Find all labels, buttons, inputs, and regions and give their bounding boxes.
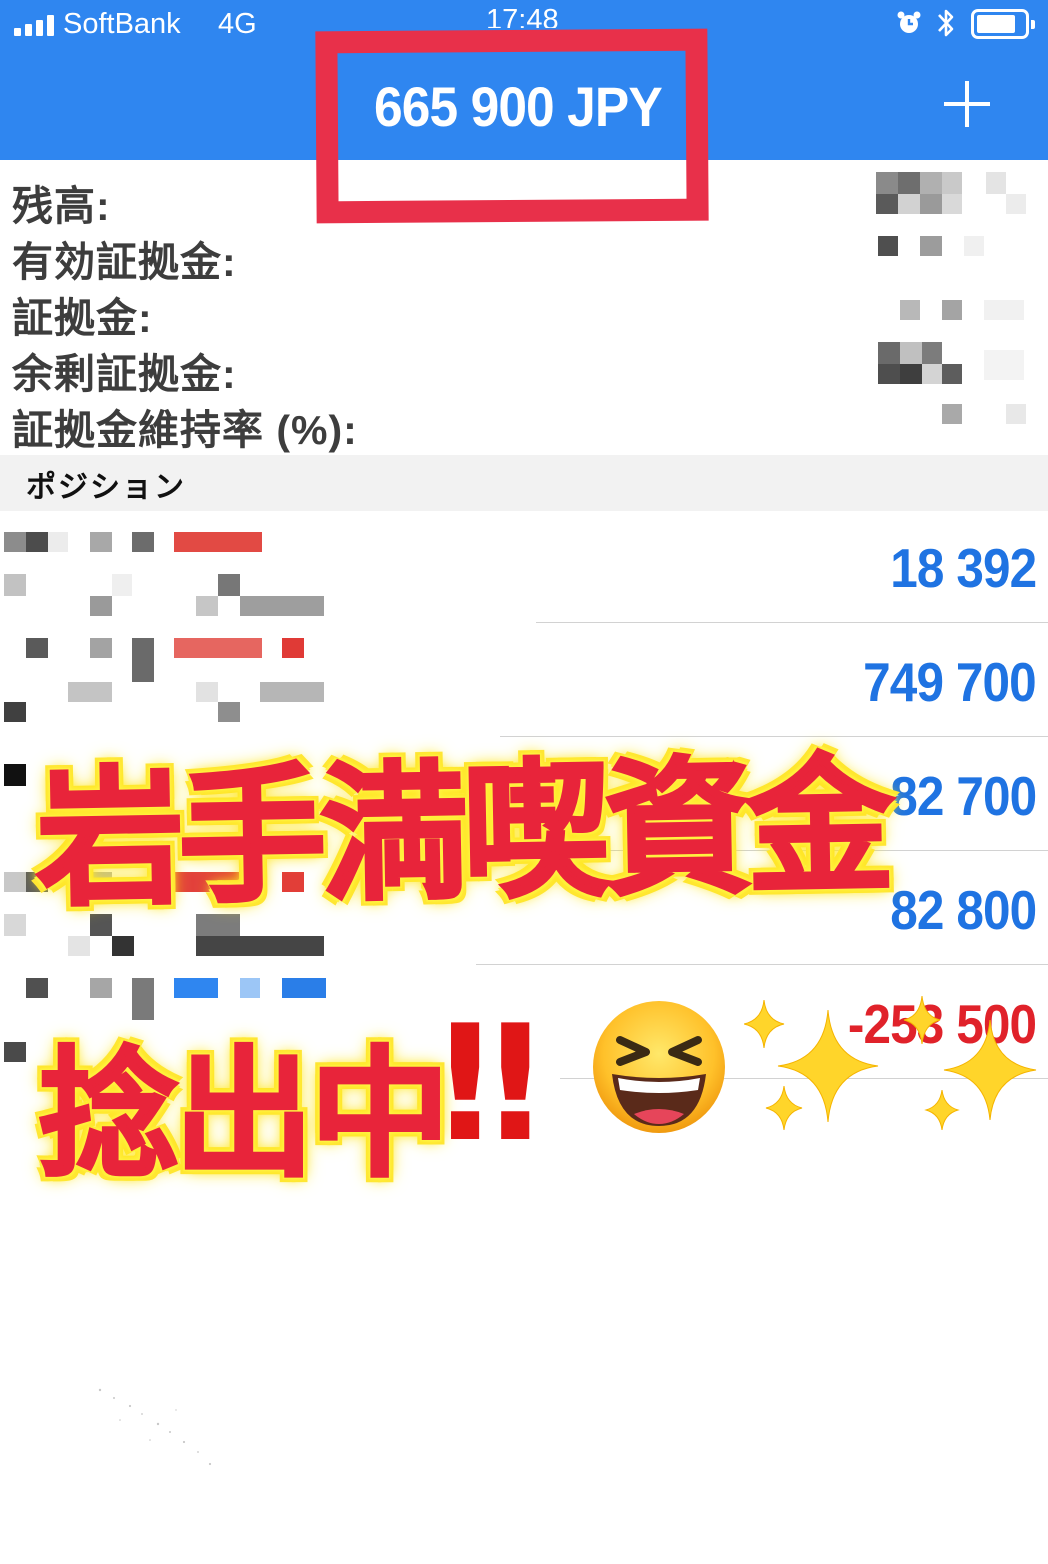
row-divider: [536, 622, 1048, 623]
overlay-caption-line1: 岩手満喫資金: [33, 738, 891, 928]
position-row-1-symbol-obscured: [4, 532, 326, 618]
highlight-annotation-box: [315, 28, 709, 224]
position-2-profit: 749 700: [863, 651, 1037, 713]
network-type: 4G: [218, 8, 257, 40]
overlay-caption-line2: 捻出中: [36, 1033, 451, 1199]
margin-label: 証拠金:: [12, 295, 153, 341]
margin-level-label: 証拠金維持率 (%):: [12, 407, 358, 453]
laughing-face-icon: [593, 1001, 725, 1133]
alarm-icon: [897, 11, 921, 33]
photo-noise-speckles: [98, 1388, 212, 1466]
battery-icon: [971, 9, 1035, 39]
balance-value-obscured: [876, 170, 1028, 216]
carrier-name: SoftBank: [63, 8, 181, 40]
status-time: 17:48: [486, 4, 559, 28]
bluetooth-icon: [938, 9, 954, 37]
sparkles-icon: [744, 995, 1037, 1131]
margin-value-obscured: [876, 298, 1028, 322]
equity-label: 有効証拠金:: [12, 239, 237, 285]
equity-value-obscured: [876, 234, 1028, 264]
balance-label: 残高:: [12, 183, 111, 229]
free-margin-value-obscured: [876, 340, 1028, 384]
positions-section-title: ポジション: [26, 471, 186, 504]
plus-icon[interactable]: [940, 78, 998, 130]
position-row-2-symbol-obscured: [4, 638, 326, 724]
position-3-profit: 82 700: [889, 765, 1037, 827]
position-4-profit: 82 800: [889, 879, 1037, 941]
position-1-profit: 18 392: [889, 537, 1037, 599]
free-margin-label: 余剰証拠金:: [12, 351, 237, 397]
margin-level-value-obscured: [876, 404, 1028, 428]
row-divider: [476, 964, 1048, 965]
signal-strength-icon: [14, 14, 54, 36]
double-exclamation-icon: ‼: [440, 990, 541, 1177]
